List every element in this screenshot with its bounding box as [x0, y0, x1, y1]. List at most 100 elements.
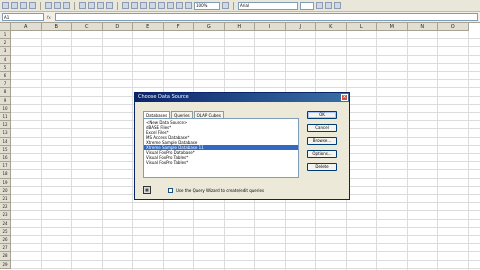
column-header[interactable]: A: [11, 23, 42, 31]
row-header[interactable]: 12: [0, 121, 11, 130]
autosum-icon[interactable]: [149, 2, 156, 9]
font-select[interactable]: Arial: [238, 1, 298, 10]
column-header[interactable]: M: [377, 23, 408, 31]
row-header[interactable]: 22: [0, 203, 11, 212]
function-icon[interactable]: fx: [47, 15, 55, 20]
column-header[interactable]: F: [163, 23, 194, 31]
column-header[interactable]: B: [41, 23, 72, 31]
gridline: [11, 46, 480, 48]
select-all-corner[interactable]: [0, 23, 11, 31]
row-header[interactable]: 18: [0, 170, 11, 179]
database-icon: ▦: [143, 186, 151, 194]
row-header[interactable]: 8: [0, 88, 11, 97]
row-header[interactable]: 19: [0, 178, 11, 187]
save-icon[interactable]: [20, 2, 27, 9]
column-header[interactable]: L: [346, 23, 377, 31]
column-header[interactable]: H: [224, 23, 255, 31]
underline-icon[interactable]: [334, 2, 341, 9]
row-header[interactable]: 17: [0, 162, 11, 171]
row-header[interactable]: 15: [0, 145, 11, 154]
row-header[interactable]: 7: [0, 80, 11, 89]
row-header[interactable]: 23: [0, 211, 11, 220]
row-header[interactable]: 26: [0, 236, 11, 245]
hyperlink-icon[interactable]: [140, 2, 147, 9]
format-painter-icon[interactable]: [106, 2, 113, 9]
cut-icon[interactable]: [79, 2, 86, 9]
row-header[interactable]: 6: [0, 72, 11, 81]
row-header[interactable]: 11: [0, 113, 11, 122]
column-header[interactable]: K: [316, 23, 347, 31]
gridline: [11, 251, 480, 253]
query-wizard-checkbox[interactable]: [168, 187, 173, 193]
print-preview-icon[interactable]: [54, 2, 61, 9]
italic-icon[interactable]: [325, 2, 332, 9]
sort-descending-icon[interactable]: [167, 2, 174, 9]
row-header[interactable]: 29: [0, 260, 11, 269]
row-header[interactable]: 20: [0, 186, 11, 195]
bold-icon[interactable]: [316, 2, 323, 9]
column-header[interactable]: C: [72, 23, 103, 31]
new-icon[interactable]: [2, 2, 9, 9]
data-source-list[interactable]: <New Data Source> dBASE Files* Excel Fil…: [143, 118, 299, 178]
close-icon[interactable]: x: [341, 94, 348, 101]
gridline: [11, 54, 480, 56]
formula-input[interactable]: [55, 13, 478, 21]
redo-icon[interactable]: [131, 2, 138, 9]
row-header[interactable]: 3: [0, 47, 11, 56]
column-header[interactable]: I: [255, 23, 286, 31]
column-header[interactable]: D: [102, 23, 133, 31]
row-header[interactable]: 16: [0, 154, 11, 163]
dialog-title-bar[interactable]: Choose Data Source x: [135, 93, 349, 102]
gridline: [11, 62, 480, 64]
row-header[interactable]: 2: [0, 39, 11, 48]
row-header[interactable]: 5: [0, 63, 11, 72]
choose-data-source-dialog: Choose Data Source x Databases Queries O…: [134, 92, 350, 200]
gridline: [11, 218, 480, 220]
column-header[interactable]: E: [133, 23, 164, 31]
chart-wizard-icon[interactable]: [176, 2, 183, 9]
row-header[interactable]: 13: [0, 129, 11, 138]
row-header[interactable]: 1: [0, 31, 11, 40]
browse-button[interactable]: Browse...: [307, 137, 337, 145]
column-header[interactable]: J: [285, 23, 316, 31]
row-header[interactable]: 9: [0, 96, 11, 105]
paste-icon[interactable]: [97, 2, 104, 9]
permission-icon[interactable]: [29, 2, 36, 9]
row-header[interactable]: 4: [0, 55, 11, 64]
row-header[interactable]: 25: [0, 227, 11, 236]
column-header[interactable]: G: [194, 23, 225, 31]
row-header[interactable]: 14: [0, 137, 11, 146]
font-size-select[interactable]: [300, 1, 314, 10]
column-header[interactable]: N: [407, 23, 438, 31]
row-header[interactable]: 24: [0, 219, 11, 228]
gridline: [11, 71, 480, 72]
drawing-icon[interactable]: [185, 2, 192, 9]
row-header[interactable]: 27: [0, 244, 11, 253]
column-header[interactable]: O: [438, 23, 469, 31]
name-box[interactable]: A1: [2, 13, 44, 21]
undo-icon[interactable]: [122, 2, 129, 9]
row-header[interactable]: 21: [0, 195, 11, 204]
cancel-button[interactable]: Cancel: [307, 124, 337, 132]
delete-button[interactable]: Delete: [307, 163, 337, 171]
row-header[interactable]: 10: [0, 104, 11, 113]
toolbar-separator: [40, 1, 41, 10]
list-item[interactable]: Visual FoxPro Tables*: [144, 160, 298, 165]
toolbar-separator: [117, 1, 118, 10]
formula-bar: A1 fx: [0, 12, 480, 23]
copy-icon[interactable]: [88, 2, 95, 9]
open-icon[interactable]: [11, 2, 18, 9]
spelling-icon[interactable]: [63, 2, 70, 9]
help-icon[interactable]: [222, 2, 229, 9]
options-button[interactable]: Options...: [307, 150, 337, 158]
row-header[interactable]: 28: [0, 252, 11, 261]
gridline: [11, 202, 480, 204]
zoom-select[interactable]: 100%: [194, 1, 220, 10]
ok-button[interactable]: OK: [307, 111, 337, 119]
query-wizard-label: Use the Query Wizard to create/edit quer…: [176, 187, 265, 193]
sort-ascending-icon[interactable]: [158, 2, 165, 9]
dialog-title: Choose Data Source: [138, 94, 189, 100]
standard-toolbar: 100% Arial: [0, 0, 480, 12]
gridline: [11, 243, 480, 245]
print-icon[interactable]: [45, 2, 52, 9]
